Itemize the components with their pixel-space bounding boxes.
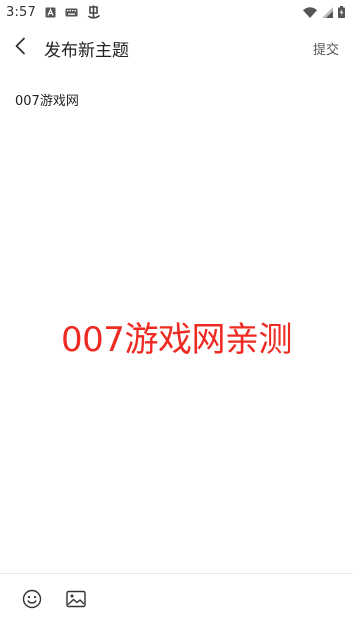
status-right <box>303 6 345 18</box>
back-button[interactable] <box>1 28 39 68</box>
battery-charging-icon <box>338 6 345 18</box>
emoji-icon <box>22 589 42 613</box>
status-time: 3:57 <box>6 4 36 20</box>
status-left: 3:57 <box>6 5 101 20</box>
image-button[interactable] <box>66 590 86 612</box>
keyboard-icon <box>65 8 78 17</box>
status-bar: 3:57 <box>0 0 353 24</box>
wifi-icon <box>303 6 317 18</box>
page-title: 发布新主题 <box>44 40 129 61</box>
watermark-text: 007游戏网亲测 <box>61 320 292 360</box>
image-icon <box>66 590 86 612</box>
post-editor[interactable]: 007游戏网 007游戏网亲测 <box>0 84 353 572</box>
chevron-left-icon <box>14 37 26 59</box>
toolbar: 发布新主题 提交 <box>0 28 353 68</box>
screen: 3:57 发布新主题 提交 007游戏网 007游戏网亲测 <box>0 0 353 627</box>
post-content-text[interactable]: 007游戏网 <box>15 90 79 109</box>
cell-signal-icon <box>322 6 333 18</box>
bottom-toolbar <box>0 573 353 627</box>
a-box-icon <box>45 7 56 18</box>
app-notification-icon <box>87 5 101 19</box>
submit-button[interactable]: 提交 <box>313 28 339 68</box>
emoji-button[interactable] <box>22 589 42 613</box>
